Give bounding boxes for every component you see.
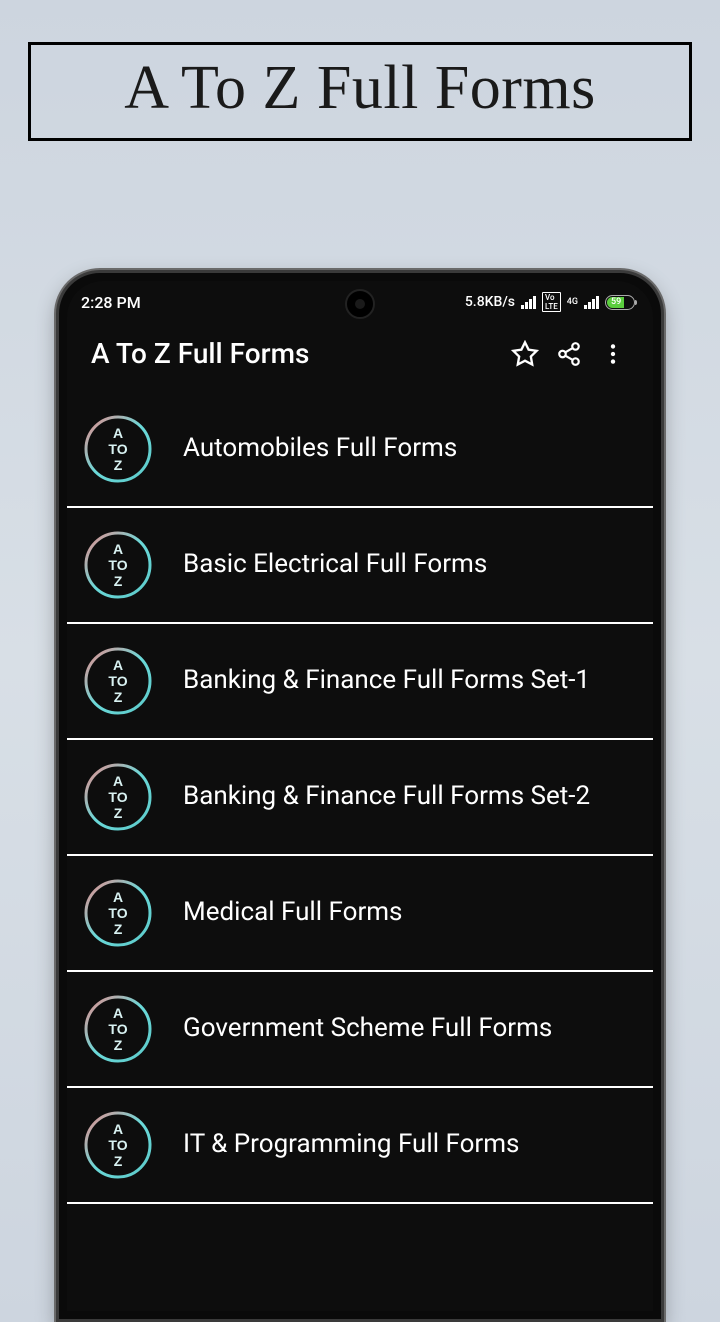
app-title: A To Z Full Forms [91,337,503,370]
svg-text:TO: TO [108,1137,127,1153]
volte-icon: VoLTE [542,292,561,312]
status-time: 2:28 PM [81,293,141,312]
list-item-label: IT & Programming Full Forms [183,1128,629,1162]
list-item-label: Government Scheme Full Forms [183,1012,629,1046]
svg-text:Z: Z [114,805,123,821]
svg-text:A: A [113,1121,123,1137]
svg-text:A: A [113,889,123,905]
svg-text:Z: Z [114,689,123,705]
share-icon [556,341,582,367]
phone-frame: 2:28 PM 5.8KB/s VoLTE 4G 59 A To Z Full … [56,270,664,1322]
signal-icon [521,296,536,309]
banner-title: A To Z Full Forms [124,54,596,122]
list-item-label: Basic Electrical Full Forms [183,548,629,582]
list-item[interactable]: A TO Z Banking & Finance Full Forms Set-… [67,740,653,856]
star-icon [511,340,539,368]
atoz-icon: A TO Z [83,994,153,1064]
svg-text:A: A [113,1005,123,1021]
list-item-label: Banking & Finance Full Forms Set-1 [183,664,629,698]
list-item[interactable]: A TO Z Banking & Finance Full Forms Set-… [67,624,653,740]
list-item-label: Banking & Finance Full Forms Set-2 [183,780,629,814]
list-item[interactable]: A TO Z Basic Electrical Full Forms [67,508,653,624]
svg-text:TO: TO [108,789,127,805]
list-item-label: Automobiles Full Forms [183,432,629,466]
svg-text:Z: Z [114,1153,123,1169]
svg-text:Z: Z [114,921,123,937]
list-item[interactable]: A TO Z Government Scheme Full Forms [67,972,653,1088]
svg-text:A: A [113,541,123,557]
phone-side-buttons [661,593,664,863]
app-bar: A To Z Full Forms [67,319,653,392]
svg-text:A: A [113,425,123,441]
svg-text:Z: Z [114,1037,123,1053]
svg-text:TO: TO [108,905,127,921]
atoz-icon: A TO Z [83,646,153,716]
page-banner: A To Z Full Forms [28,42,692,141]
list-item[interactable]: A TO Z Automobiles Full Forms [67,392,653,508]
list-item[interactable]: A TO Z IT & Programming Full Forms [67,1088,653,1204]
svg-text:TO: TO [108,1021,127,1037]
list-item-label: Medical Full Forms [183,896,629,930]
svg-text:TO: TO [108,557,127,573]
more-button[interactable] [591,341,635,367]
atoz-icon: A TO Z [83,878,153,948]
share-button[interactable] [547,341,591,367]
status-speed: 5.8KB/s [465,294,515,310]
battery-percent: 59 [611,297,621,307]
svg-text:TO: TO [108,673,127,689]
atoz-icon: A TO Z [83,1110,153,1180]
atoz-icon: A TO Z [83,762,153,832]
more-vertical-icon [600,341,626,367]
svg-text:TO: TO [108,441,127,457]
list-item[interactable]: A TO Z Medical Full Forms [67,856,653,972]
camera-notch [345,289,375,319]
atoz-icon: A TO Z [83,414,153,484]
svg-text:A: A [113,657,123,673]
atoz-icon: A TO Z [83,530,153,600]
svg-text:Z: Z [114,573,123,589]
svg-text:A: A [113,773,123,789]
svg-text:Z: Z [114,457,123,473]
battery-icon: 59 [605,295,635,310]
network-4g-icon: 4G [567,298,578,307]
signal-icon-2 [584,296,599,309]
favorite-button[interactable] [503,340,547,368]
category-list: A TO Z Automobiles Full Forms A TO Z Bas… [67,392,653,1204]
